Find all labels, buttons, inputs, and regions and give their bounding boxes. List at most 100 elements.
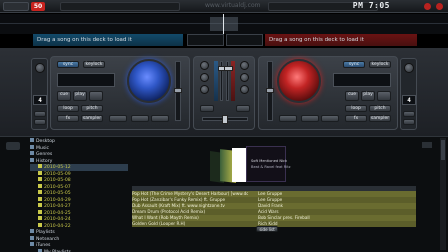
crossfader-handle[interactable] — [222, 115, 228, 124]
deck-right-sync-button[interactable]: sync — [343, 61, 365, 68]
deck-right-sampler-button[interactable]: sampler — [369, 115, 391, 122]
deck-right-stop-button[interactable] — [377, 91, 391, 101]
tree-item-label: 2010-04-27 — [44, 204, 71, 209]
scrollbar-thumb[interactable] — [441, 140, 445, 160]
waveform-strip[interactable] — [0, 14, 448, 34]
deck-info-left — [60, 2, 180, 11]
deck-left-pitch-handle[interactable] — [174, 88, 182, 93]
deck-right-beatlock-button[interactable] — [301, 115, 319, 122]
deck-right-jog-wheel[interactable] — [277, 59, 321, 103]
deck-right-pitch-handle[interactable] — [266, 88, 274, 93]
folder-tree[interactable]: Desktop Music Genres History 2010-05-12 2010-… — [30, 138, 128, 252]
deck-right-cue-point-button[interactable] — [279, 115, 297, 122]
menu-button[interactable] — [3, 2, 29, 11]
tree-item-label: 2010-05-09 — [44, 171, 71, 177]
right-loop-in-button[interactable] — [403, 111, 415, 117]
deck-right-pfl-button[interactable] — [321, 115, 339, 122]
deck-left-keylock-button[interactable]: keylock — [83, 61, 105, 68]
deck-right-pitch-button[interactable]: pitch — [369, 105, 391, 112]
mixer-right-mid-knob[interactable] — [240, 73, 249, 82]
desktop-icon — [30, 138, 34, 142]
watermark: www.virtualdj.com — [205, 2, 261, 9]
deck-right-keylock-button[interactable]: keylock — [369, 61, 391, 68]
deck-left-play-button[interactable]: play — [73, 91, 87, 101]
calendar-icon — [38, 209, 42, 214]
calendar-icon — [38, 170, 42, 175]
clock: PM 7:05 — [352, 1, 390, 10]
left-gain-knob[interactable] — [35, 63, 45, 73]
track-title: Golden Gold (Looper R.H) — [132, 221, 186, 226]
right-loop-out-button[interactable] — [403, 119, 415, 125]
side-list-button[interactable]: side list — [256, 226, 278, 232]
tree-item-label: History — [36, 158, 53, 164]
drop-zone-right[interactable]: Drag a song on this deck to load it — [265, 34, 417, 46]
search-icon[interactable] — [6, 142, 20, 150]
tree-item-label: Playlists — [36, 230, 55, 235]
calendar-icon — [38, 196, 42, 201]
close-icon[interactable] — [436, 3, 443, 10]
current-cover-artist: Beat & Ravel feat Ritz — [251, 165, 291, 169]
title-bar: 50 www.virtualdj.com PM 7:05 — [0, 0, 448, 13]
right-gain-knob[interactable] — [404, 63, 414, 73]
left-side-strip: 4 — [31, 58, 48, 130]
minimize-icon[interactable] — [424, 3, 431, 10]
mixer-left-high-knob[interactable] — [200, 61, 209, 70]
calendar-icon — [38, 203, 42, 207]
track-list[interactable]: Pop Hot (The Crime Mystery's Desert Harb… — [132, 186, 416, 227]
deck-left-sync-button[interactable]: sync — [57, 61, 79, 68]
tree-item-label: Genres — [36, 152, 53, 157]
folder-icon — [38, 248, 42, 252]
mixer-right-volume-fader[interactable] — [224, 61, 233, 101]
tree-item-label: 2010-04-24 — [44, 217, 71, 222]
tree-item[interactable]: My Playlists — [30, 248, 128, 252]
folder-icon — [30, 151, 34, 155]
tree-item-label: iTunes — [36, 243, 51, 248]
deck-right-fx-button[interactable]: fx — [345, 115, 367, 122]
drop-zone-left[interactable]: Drag a song on this deck to load it — [33, 34, 183, 46]
deck-left-stop-button[interactable] — [89, 91, 103, 101]
deck-right-play-button[interactable]: play — [361, 91, 375, 101]
deck-left-beatlock-button[interactable] — [131, 115, 149, 122]
mixer-left-mid-knob[interactable] — [200, 73, 209, 82]
deck-left-bpm-display — [57, 73, 115, 87]
tree-item-label: 2010-05-08 — [44, 178, 71, 183]
deck-right-cue-button[interactable]: cue — [345, 91, 359, 101]
mixer-left-low-knob[interactable] — [200, 85, 209, 94]
mixer-right-volume-handle[interactable] — [224, 66, 233, 71]
sidebar-toggle-icon[interactable] — [422, 142, 432, 148]
deck-left-jog-wheel[interactable] — [127, 59, 171, 103]
deck-left-pitch-button[interactable]: pitch — [81, 105, 103, 112]
deck-left: sync keylock cue play loop pitch fx samp… — [50, 56, 190, 130]
deck-right-loop-button[interactable]: loop — [345, 105, 367, 112]
deck-left-pfl-button[interactable] — [151, 115, 169, 122]
cover-art[interactable] — [232, 148, 246, 182]
tree-item-label: Desktop — [36, 139, 55, 144]
mixer-left-pfl-button[interactable] — [200, 105, 214, 112]
mixer-panel — [193, 56, 255, 130]
history-icon — [30, 157, 34, 162]
tree-item-label: 2010-05-07 — [44, 184, 71, 190]
cover-art-current[interactable]: Soft Mentioned Nick Beat & Ravel feat Ri… — [246, 146, 291, 182]
deck-right-pitch-slider[interactable] — [266, 61, 274, 121]
mixer-right-low-knob[interactable] — [240, 85, 249, 94]
mixer-left-volume-fader[interactable] — [218, 61, 227, 101]
deck-left-sampler-button[interactable]: sampler — [81, 115, 103, 122]
deck-left-loop-button[interactable]: loop — [57, 105, 79, 112]
deck-left-cue-button[interactable]: cue — [57, 91, 71, 101]
playlist-icon — [30, 229, 34, 233]
waveform-graphic — [0, 14, 448, 34]
tree-item-label: Music — [36, 145, 50, 151]
browser-scrollbar[interactable] — [440, 138, 446, 250]
calendar-icon — [38, 190, 42, 194]
mixer-right-pfl-button[interactable] — [236, 105, 250, 112]
deck-left-pitch-slider[interactable] — [174, 61, 182, 121]
app-badge: 50 — [31, 2, 45, 11]
mixer-right-high-knob[interactable] — [240, 61, 249, 70]
left-loop-in-button[interactable] — [34, 111, 46, 117]
left-loop-out-button[interactable] — [34, 119, 46, 125]
tree-item-label: Netsearch — [36, 236, 60, 242]
tree-item-label: 2010-04-22 — [44, 223, 71, 229]
deck-left-cue-point-button[interactable] — [109, 115, 127, 122]
deck-left-fx-button[interactable]: fx — [57, 115, 79, 122]
crossfader[interactable] — [202, 115, 248, 124]
